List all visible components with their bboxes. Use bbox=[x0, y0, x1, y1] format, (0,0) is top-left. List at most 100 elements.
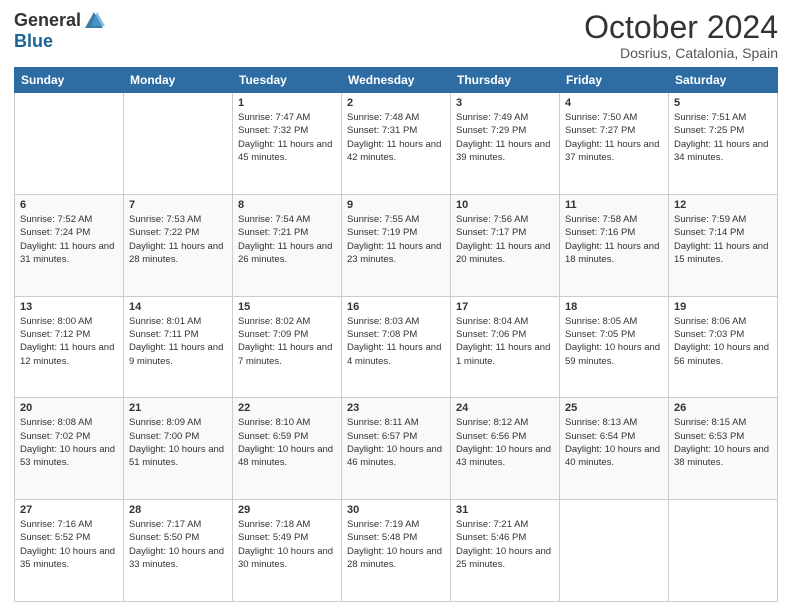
day-info: Sunrise: 7:21 AMSunset: 5:46 PMDaylight:… bbox=[456, 518, 554, 571]
calendar-table: SundayMondayTuesdayWednesdayThursdayFrid… bbox=[14, 67, 778, 602]
weekday-header-tuesday: Tuesday bbox=[233, 68, 342, 93]
day-info: Sunrise: 7:51 AMSunset: 7:25 PMDaylight:… bbox=[674, 111, 772, 164]
logo-blue-text: Blue bbox=[14, 31, 53, 51]
sunset-text: Sunset: 7:27 PM bbox=[565, 125, 635, 136]
logo-icon bbox=[83, 10, 105, 32]
daylight-text: Daylight: 11 hours and 42 minutes. bbox=[347, 139, 441, 163]
calendar-cell: 26Sunrise: 8:15 AMSunset: 6:53 PMDayligh… bbox=[669, 398, 778, 500]
calendar-cell: 2Sunrise: 7:48 AMSunset: 7:31 PMDaylight… bbox=[342, 93, 451, 195]
sunrise-text: Sunrise: 7:21 AM bbox=[456, 519, 528, 530]
day-number: 4 bbox=[565, 97, 663, 109]
daylight-text: Daylight: 11 hours and 37 minutes. bbox=[565, 139, 659, 163]
calendar-cell: 20Sunrise: 8:08 AMSunset: 7:02 PMDayligh… bbox=[15, 398, 124, 500]
weekday-header-wednesday: Wednesday bbox=[342, 68, 451, 93]
day-number: 18 bbox=[565, 301, 663, 313]
sunset-text: Sunset: 7:16 PM bbox=[565, 227, 635, 238]
calendar-cell: 15Sunrise: 8:02 AMSunset: 7:09 PMDayligh… bbox=[233, 296, 342, 398]
daylight-text: Daylight: 10 hours and 51 minutes. bbox=[129, 444, 224, 468]
sunrise-text: Sunrise: 7:48 AM bbox=[347, 112, 419, 123]
day-number: 17 bbox=[456, 301, 554, 313]
day-number: 22 bbox=[238, 402, 336, 414]
daylight-text: Daylight: 10 hours and 43 minutes. bbox=[456, 444, 551, 468]
calendar-cell: 6Sunrise: 7:52 AMSunset: 7:24 PMDaylight… bbox=[15, 194, 124, 296]
sunrise-text: Sunrise: 8:08 AM bbox=[20, 417, 92, 428]
daylight-text: Daylight: 11 hours and 9 minutes. bbox=[129, 342, 223, 366]
day-number: 23 bbox=[347, 402, 445, 414]
sunset-text: Sunset: 5:49 PM bbox=[238, 532, 308, 543]
calendar-cell: 11Sunrise: 7:58 AMSunset: 7:16 PMDayligh… bbox=[560, 194, 669, 296]
sunrise-text: Sunrise: 7:59 AM bbox=[674, 214, 746, 225]
day-number: 15 bbox=[238, 301, 336, 313]
sunset-text: Sunset: 5:52 PM bbox=[20, 532, 90, 543]
calendar-week-3: 13Sunrise: 8:00 AMSunset: 7:12 PMDayligh… bbox=[15, 296, 778, 398]
sunrise-text: Sunrise: 8:12 AM bbox=[456, 417, 528, 428]
sunrise-text: Sunrise: 7:50 AM bbox=[565, 112, 637, 123]
calendar-cell: 28Sunrise: 7:17 AMSunset: 5:50 PMDayligh… bbox=[124, 500, 233, 602]
day-info: Sunrise: 7:58 AMSunset: 7:16 PMDaylight:… bbox=[565, 213, 663, 266]
calendar-cell: 5Sunrise: 7:51 AMSunset: 7:25 PMDaylight… bbox=[669, 93, 778, 195]
sunset-text: Sunset: 7:00 PM bbox=[129, 431, 199, 442]
day-info: Sunrise: 7:18 AMSunset: 5:49 PMDaylight:… bbox=[238, 518, 336, 571]
sunrise-text: Sunrise: 7:49 AM bbox=[456, 112, 528, 123]
sunrise-text: Sunrise: 7:17 AM bbox=[129, 519, 201, 530]
day-info: Sunrise: 8:03 AMSunset: 7:08 PMDaylight:… bbox=[347, 315, 445, 368]
calendar-cell: 7Sunrise: 7:53 AMSunset: 7:22 PMDaylight… bbox=[124, 194, 233, 296]
day-info: Sunrise: 7:55 AMSunset: 7:19 PMDaylight:… bbox=[347, 213, 445, 266]
sunrise-text: Sunrise: 7:54 AM bbox=[238, 214, 310, 225]
day-info: Sunrise: 8:02 AMSunset: 7:09 PMDaylight:… bbox=[238, 315, 336, 368]
sunset-text: Sunset: 7:03 PM bbox=[674, 329, 744, 340]
day-number: 24 bbox=[456, 402, 554, 414]
day-info: Sunrise: 8:15 AMSunset: 6:53 PMDaylight:… bbox=[674, 416, 772, 469]
calendar-cell: 14Sunrise: 8:01 AMSunset: 7:11 PMDayligh… bbox=[124, 296, 233, 398]
sunset-text: Sunset: 7:12 PM bbox=[20, 329, 90, 340]
sunset-text: Sunset: 5:46 PM bbox=[456, 532, 526, 543]
day-info: Sunrise: 8:01 AMSunset: 7:11 PMDaylight:… bbox=[129, 315, 227, 368]
sunset-text: Sunset: 6:57 PM bbox=[347, 431, 417, 442]
day-info: Sunrise: 8:11 AMSunset: 6:57 PMDaylight:… bbox=[347, 416, 445, 469]
sunrise-text: Sunrise: 7:16 AM bbox=[20, 519, 92, 530]
calendar-cell: 29Sunrise: 7:18 AMSunset: 5:49 PMDayligh… bbox=[233, 500, 342, 602]
sunrise-text: Sunrise: 7:18 AM bbox=[238, 519, 310, 530]
sunset-text: Sunset: 7:09 PM bbox=[238, 329, 308, 340]
day-info: Sunrise: 7:48 AMSunset: 7:31 PMDaylight:… bbox=[347, 111, 445, 164]
daylight-text: Daylight: 11 hours and 12 minutes. bbox=[20, 342, 114, 366]
day-info: Sunrise: 7:17 AMSunset: 5:50 PMDaylight:… bbox=[129, 518, 227, 571]
sunset-text: Sunset: 7:29 PM bbox=[456, 125, 526, 136]
daylight-text: Daylight: 10 hours and 38 minutes. bbox=[674, 444, 769, 468]
calendar-body: 1Sunrise: 7:47 AMSunset: 7:32 PMDaylight… bbox=[15, 93, 778, 602]
daylight-text: Daylight: 11 hours and 20 minutes. bbox=[456, 241, 550, 265]
calendar-cell: 24Sunrise: 8:12 AMSunset: 6:56 PMDayligh… bbox=[451, 398, 560, 500]
day-number: 6 bbox=[20, 199, 118, 211]
sunrise-text: Sunrise: 7:56 AM bbox=[456, 214, 528, 225]
daylight-text: Daylight: 10 hours and 40 minutes. bbox=[565, 444, 660, 468]
daylight-text: Daylight: 11 hours and 23 minutes. bbox=[347, 241, 441, 265]
weekday-row: SundayMondayTuesdayWednesdayThursdayFrid… bbox=[15, 68, 778, 93]
sunrise-text: Sunrise: 7:51 AM bbox=[674, 112, 746, 123]
calendar-cell: 19Sunrise: 8:06 AMSunset: 7:03 PMDayligh… bbox=[669, 296, 778, 398]
daylight-text: Daylight: 11 hours and 39 minutes. bbox=[456, 139, 550, 163]
daylight-text: Daylight: 10 hours and 56 minutes. bbox=[674, 342, 769, 366]
calendar-week-1: 1Sunrise: 7:47 AMSunset: 7:32 PMDaylight… bbox=[15, 93, 778, 195]
sunrise-text: Sunrise: 8:09 AM bbox=[129, 417, 201, 428]
sunset-text: Sunset: 6:54 PM bbox=[565, 431, 635, 442]
sunset-text: Sunset: 7:32 PM bbox=[238, 125, 308, 136]
sunrise-text: Sunrise: 7:47 AM bbox=[238, 112, 310, 123]
sunrise-text: Sunrise: 8:05 AM bbox=[565, 316, 637, 327]
sunrise-text: Sunrise: 8:10 AM bbox=[238, 417, 310, 428]
sunrise-text: Sunrise: 8:11 AM bbox=[347, 417, 419, 428]
daylight-text: Daylight: 11 hours and 28 minutes. bbox=[129, 241, 223, 265]
day-info: Sunrise: 8:06 AMSunset: 7:03 PMDaylight:… bbox=[674, 315, 772, 368]
calendar-week-5: 27Sunrise: 7:16 AMSunset: 5:52 PMDayligh… bbox=[15, 500, 778, 602]
day-number: 21 bbox=[129, 402, 227, 414]
day-info: Sunrise: 7:53 AMSunset: 7:22 PMDaylight:… bbox=[129, 213, 227, 266]
calendar-cell: 22Sunrise: 8:10 AMSunset: 6:59 PMDayligh… bbox=[233, 398, 342, 500]
day-info: Sunrise: 7:47 AM Sunset: 7:32 PM Daylight:… bbox=[238, 111, 336, 164]
sunset-text: Sunset: 7:22 PM bbox=[129, 227, 199, 238]
calendar-cell: 18Sunrise: 8:05 AMSunset: 7:05 PMDayligh… bbox=[560, 296, 669, 398]
weekday-header-monday: Monday bbox=[124, 68, 233, 93]
daylight-text: Daylight: 11 hours and 45 minutes. bbox=[238, 139, 332, 163]
sunrise-text: Sunrise: 8:02 AM bbox=[238, 316, 310, 327]
calendar-cell: 10Sunrise: 7:56 AMSunset: 7:17 PMDayligh… bbox=[451, 194, 560, 296]
daylight-text: Daylight: 10 hours and 28 minutes. bbox=[347, 546, 442, 570]
weekday-header-sunday: Sunday bbox=[15, 68, 124, 93]
